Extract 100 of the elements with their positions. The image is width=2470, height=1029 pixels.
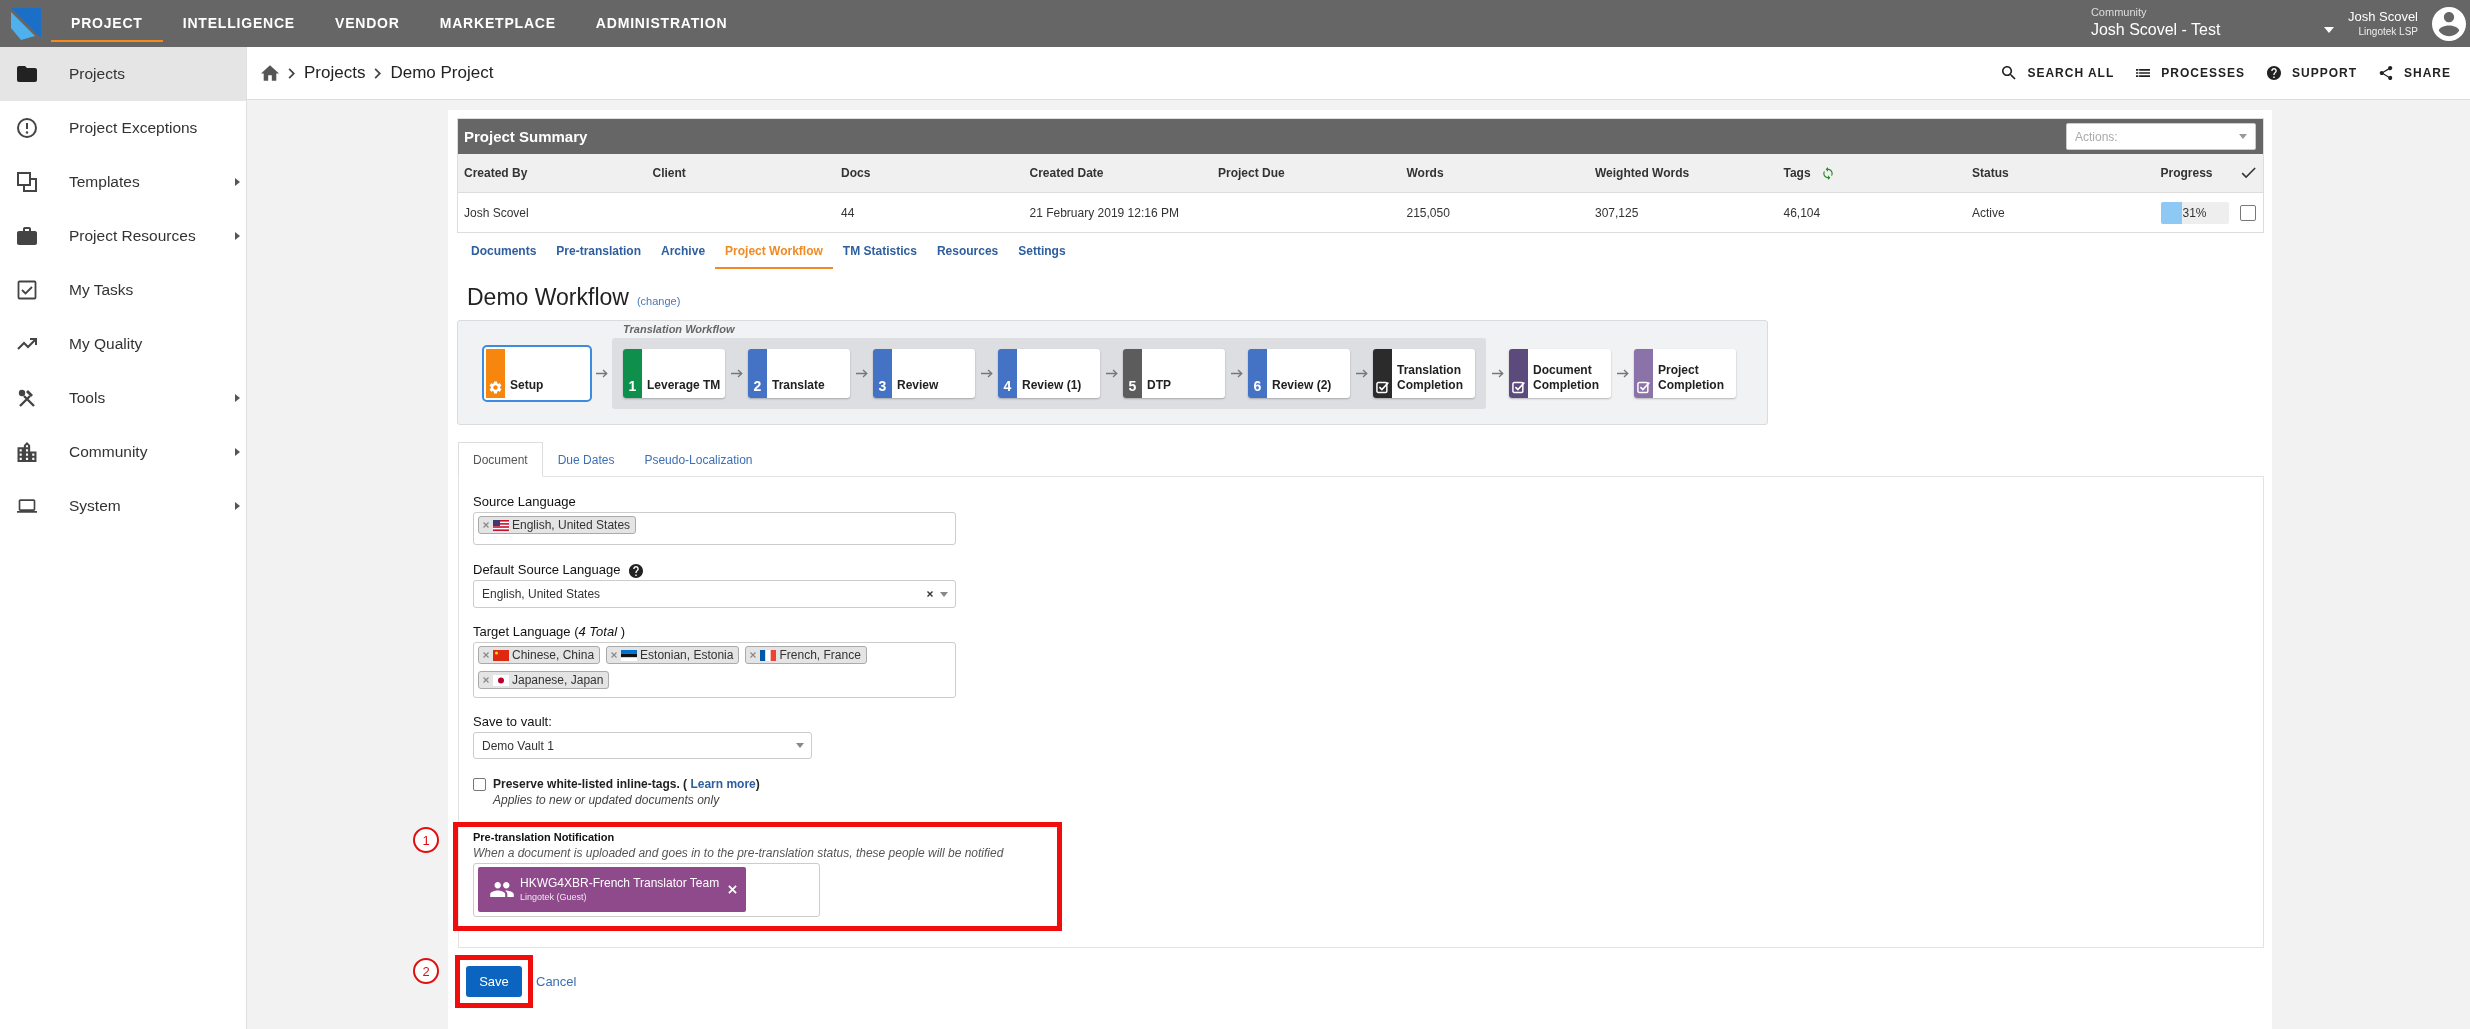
tab[interactable]: Documents bbox=[461, 235, 547, 269]
remove-icon[interactable] bbox=[611, 652, 618, 658]
tag-label: French, France bbox=[779, 648, 861, 662]
toolbar-button[interactable]: SHARE bbox=[2379, 66, 2451, 80]
checked-box-icon bbox=[1637, 381, 1650, 394]
nav-tab[interactable]: VENDOR bbox=[315, 6, 420, 42]
recipients-field[interactable]: HKWG4XBR-French Translator Team Lingotek (Guest) bbox=[473, 863, 820, 917]
change-link[interactable]: (change) bbox=[636, 295, 681, 307]
column-header: Weighted Words bbox=[1595, 166, 1690, 180]
flag-icon bbox=[493, 674, 509, 686]
nav-tab[interactable]: INTELLIGENCE bbox=[162, 6, 315, 42]
table-cell: 307,125 bbox=[1595, 205, 1639, 220]
column-header: Created Date bbox=[1029, 166, 1104, 180]
arrow-icon bbox=[1616, 369, 1629, 378]
tab[interactable]: Resources bbox=[926, 235, 1009, 269]
nav-tab[interactable]: ADMINISTRATION bbox=[575, 6, 748, 42]
copy-icon bbox=[17, 172, 37, 192]
workflow-step[interactable]: Document Completion bbox=[1509, 349, 1611, 398]
tab[interactable]: TM Statistics bbox=[832, 235, 927, 269]
gear-icon bbox=[489, 381, 502, 394]
workflow-step[interactable]: 2 Translate bbox=[748, 349, 850, 398]
tab[interactable]: Pre-translation bbox=[546, 235, 652, 269]
toolbar-button[interactable]: PROCESSES bbox=[2136, 66, 2245, 80]
avatar-icon[interactable] bbox=[2432, 6, 2466, 41]
remove-icon[interactable] bbox=[750, 652, 757, 658]
toolbar-button[interactable]: SEARCH ALL bbox=[2002, 66, 2115, 80]
step-number: 3 bbox=[878, 379, 887, 394]
breadcrumb-link[interactable]: Projects bbox=[304, 63, 366, 83]
column-header: Client bbox=[652, 166, 686, 180]
home-icon[interactable] bbox=[261, 65, 279, 81]
caret-icon bbox=[2239, 134, 2247, 139]
vault-select[interactable]: Demo Vault 1 bbox=[473, 732, 812, 759]
progress-value: 31% bbox=[2181, 204, 2208, 222]
help-icon[interactable] bbox=[629, 563, 644, 578]
flag-icon bbox=[493, 649, 509, 661]
callout-number: 1 bbox=[413, 827, 439, 853]
workflow-title: Demo Workflow bbox=[467, 283, 629, 311]
user-name: Josh Scovel bbox=[2347, 8, 2418, 25]
list-icon bbox=[2136, 66, 2151, 80]
checkbox-icon bbox=[17, 280, 37, 300]
close-icon[interactable] bbox=[728, 885, 737, 894]
breadcrumb-current: Demo Project bbox=[390, 63, 494, 83]
workflow-step[interactable]: 6 Review (2) bbox=[1248, 349, 1350, 398]
remove-icon[interactable] bbox=[483, 677, 489, 683]
workflow-step[interactable]: Translation Completion bbox=[1373, 349, 1475, 398]
tab[interactable]: Archive bbox=[651, 235, 716, 269]
app-logo[interactable] bbox=[10, 7, 41, 40]
workflow-step[interactable]: 3 Review bbox=[873, 349, 975, 398]
share-icon bbox=[2379, 66, 2393, 80]
table-cell: 46,104 bbox=[1783, 205, 1821, 220]
language-input[interactable]: Chinese, China Estonian, Estonia French, France Japanese, Japan bbox=[473, 642, 956, 698]
remove-icon[interactable] bbox=[483, 522, 489, 528]
arrow-icon bbox=[980, 369, 993, 378]
learn-more-link[interactable]: Learn more bbox=[690, 777, 756, 791]
workflow-step[interactable]: 5 DTP bbox=[1123, 349, 1225, 398]
checkbox[interactable] bbox=[473, 777, 486, 791]
language-input[interactable]: English, United States bbox=[473, 512, 956, 545]
buildings-icon bbox=[17, 442, 37, 462]
language-select[interactable]: English, United States bbox=[473, 580, 956, 608]
arrow-icon bbox=[730, 369, 743, 378]
column-header: Project Due bbox=[1218, 166, 1285, 180]
recipient-name: HKWG4XBR-French Translator Team bbox=[520, 875, 721, 891]
tag-label: English, United States bbox=[512, 518, 631, 532]
sidebar-item[interactable]: Projects bbox=[0, 47, 246, 101]
toolbar-button[interactable]: SUPPORT bbox=[2266, 66, 2357, 80]
row-checkbox[interactable] bbox=[2240, 204, 2256, 221]
laptop-icon bbox=[17, 496, 37, 516]
column-header: Tags bbox=[1783, 166, 1811, 180]
arrow-icon bbox=[1355, 369, 1368, 378]
clear-icon[interactable] bbox=[927, 591, 933, 597]
save-button[interactable]: Save bbox=[466, 966, 522, 997]
tab[interactable]: Settings bbox=[1008, 235, 1076, 269]
workflow-step[interactable]: Setup bbox=[482, 345, 592, 402]
flag-icon bbox=[760, 649, 777, 661]
tab[interactable]: Document bbox=[458, 442, 543, 477]
workflow-step[interactable]: 1 Leverage TM bbox=[623, 349, 725, 398]
step-number: 1 bbox=[628, 379, 637, 394]
caret-icon bbox=[2323, 27, 2334, 33]
step-number: 5 bbox=[1128, 379, 1137, 394]
community-select[interactable]: Josh Scovel - Test bbox=[2090, 19, 2334, 41]
table-cell: Active bbox=[1972, 205, 2005, 220]
tab[interactable]: Due Dates bbox=[542, 442, 630, 476]
tab[interactable]: Pseudo-Localization bbox=[629, 442, 768, 476]
remove-icon[interactable] bbox=[483, 652, 489, 658]
column-header: Words bbox=[1406, 166, 1444, 180]
people-icon bbox=[490, 882, 514, 897]
step-number: 6 bbox=[1253, 379, 1262, 394]
check-icon[interactable] bbox=[2241, 167, 2256, 179]
checkbox-label: Preserve white-listed inline-tags. ( Learn more) bbox=[493, 776, 760, 792]
panel-title: Project Summary bbox=[464, 128, 588, 145]
nav-tab[interactable]: PROJECT bbox=[51, 6, 163, 42]
workflow-step[interactable]: Project Completion bbox=[1634, 349, 1736, 398]
refresh-icon[interactable] bbox=[1822, 166, 1833, 180]
group-label: Translation Workflow bbox=[622, 322, 735, 337]
step-number: 2 bbox=[753, 379, 762, 394]
alert-icon bbox=[17, 118, 37, 138]
tools-icon bbox=[17, 388, 37, 408]
workflow-step[interactable]: 4 Review (1) bbox=[998, 349, 1100, 398]
cancel-link[interactable]: Cancel bbox=[536, 974, 577, 989]
nav-tab[interactable]: MARKETPLACE bbox=[419, 6, 576, 42]
